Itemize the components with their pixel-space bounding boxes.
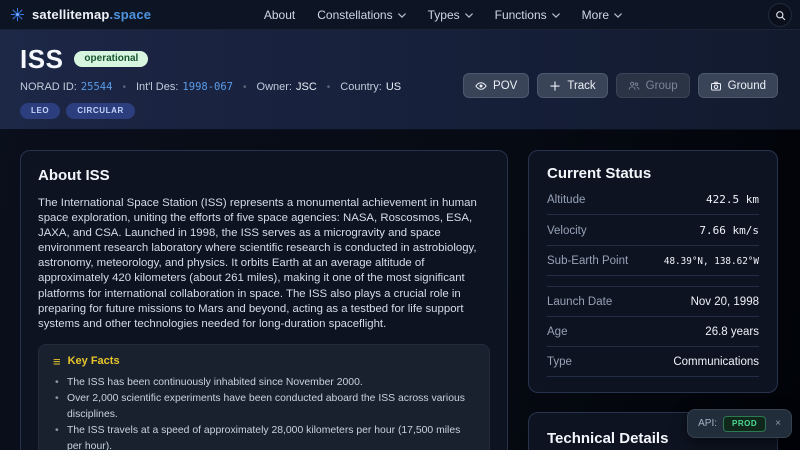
meta-label: Country:	[340, 81, 382, 93]
meta-value[interactable]: 25544	[81, 81, 113, 93]
meta-owner-: Owner: JSC •	[257, 81, 341, 93]
nav-item-about[interactable]: About	[264, 8, 295, 22]
about-card-title: About ISS	[38, 167, 490, 184]
api-label: API:	[698, 418, 717, 429]
status-row-value: 422.5 km	[706, 193, 759, 206]
about-paragraph: The International Space Station (ISS) re…	[38, 196, 490, 332]
nav-item-label: Constellations	[317, 8, 392, 22]
nav-item-more[interactable]: More	[582, 8, 622, 22]
action-buttons: POV Track Group Ground	[463, 73, 778, 98]
chevron-down-icon	[614, 13, 622, 18]
nav-item-label: About	[264, 8, 295, 22]
current-status-card: Current Status Altitude 422.5 km Velocit…	[528, 150, 778, 393]
status-row-launch-date: Launch Date Nov 20, 1998	[547, 286, 759, 317]
action-button-label: Track	[567, 80, 595, 92]
key-fact-item: Over 2,000 scientific experiments have b…	[53, 391, 475, 423]
search-icon	[775, 10, 786, 21]
key-facts-box: ≡ Key Facts The ISS has been continuousl…	[38, 344, 490, 450]
nav-item-functions[interactable]: Functions	[495, 8, 560, 22]
status-row-label: Sub-Earth Point	[547, 255, 628, 267]
crosshair-icon	[549, 80, 561, 92]
nav-menu: About Constellations Types Functions	[264, 8, 622, 22]
status-row-label: Type	[547, 356, 572, 368]
meta-separator: •	[327, 82, 331, 93]
meta-country-: Country: US	[340, 81, 421, 93]
meta-label: NORAD ID:	[20, 81, 77, 93]
meta-value[interactable]: 1998-067	[182, 81, 233, 93]
meta-label: Owner:	[257, 81, 292, 93]
ground-button[interactable]: Ground	[698, 73, 778, 98]
meta-separator: •	[243, 82, 247, 93]
meta-separator: •	[122, 82, 126, 93]
chevron-down-icon	[465, 13, 473, 18]
meta-value: JSC	[296, 81, 317, 93]
status-row-velocity: Velocity 7.66 km/s	[547, 215, 759, 246]
status-row-label: Velocity	[547, 225, 587, 237]
status-row-label: Age	[547, 326, 567, 338]
api-status-toast: API: PROD ×	[687, 409, 792, 438]
meta-label: Int'l Des:	[136, 81, 178, 93]
status-row-value: Nov 20, 1998	[691, 296, 759, 308]
status-card-title: Current Status	[547, 165, 759, 182]
pov-button[interactable]: POV	[463, 73, 529, 98]
eye-icon	[475, 80, 487, 92]
status-row-value: 26.8 years	[705, 326, 759, 338]
search-button[interactable]	[768, 3, 792, 27]
orbit-tags: LEO CIRCULAR	[20, 103, 778, 119]
status-row-label: Launch Date	[547, 296, 612, 308]
action-button-label: Ground	[728, 80, 766, 92]
navbar: satellitemap.space About Constellations …	[0, 0, 800, 30]
group-button[interactable]: Group	[616, 73, 690, 98]
status-row-age: Age 26.8 years	[547, 317, 759, 347]
status-row-value: 7.66 km/s	[699, 224, 759, 237]
brand-tld: .space	[110, 7, 152, 22]
brand-logo[interactable]: satellitemap.space	[10, 7, 151, 22]
track-button[interactable]: Track	[537, 73, 607, 98]
about-card: About ISS The International Space Statio…	[20, 150, 508, 450]
key-facts-title: Key Facts	[68, 355, 120, 367]
group-icon	[628, 80, 640, 92]
satellite-burst-icon	[10, 7, 25, 22]
meta-int-l-des-: Int'l Des: 1998-067 •	[136, 81, 257, 93]
hero-header: ISS operational NORAD ID: 25544 • Int'l …	[0, 30, 800, 130]
chevron-down-icon	[552, 13, 560, 18]
status-row-sub-earth-point: Sub-Earth Point 48.39°N, 138.62°W	[547, 246, 759, 276]
nav-item-label: Types	[428, 8, 460, 22]
brand-name: satellitemap.space	[32, 7, 151, 22]
page-title: ISS	[20, 46, 63, 72]
nav-item-types[interactable]: Types	[428, 8, 473, 22]
camera-icon	[710, 80, 722, 92]
nav-item-label: Functions	[495, 8, 547, 22]
key-facts-list: The ISS has been continuously inhabited …	[53, 375, 475, 450]
chevron-down-icon	[398, 13, 406, 18]
meta-norad-id-: NORAD ID: 25544 •	[20, 81, 136, 93]
key-fact-item: The ISS travels at a speed of approximat…	[53, 423, 475, 450]
action-button-label: POV	[493, 80, 517, 92]
status-rows: Altitude 422.5 km Velocity 7.66 km/s Sub…	[547, 184, 759, 377]
meta-value: US	[386, 81, 401, 93]
api-prod-badge: PROD	[723, 416, 766, 432]
list-icon: ≡	[53, 355, 61, 368]
status-row-value: Communications	[673, 356, 759, 368]
key-fact-item: The ISS has been continuously inhabited …	[53, 375, 475, 391]
tag-circular: CIRCULAR	[66, 103, 135, 119]
status-row-value: 48.39°N, 138.62°W	[664, 256, 759, 267]
status-badge: operational	[74, 51, 148, 67]
status-row-type: Type Communications	[547, 347, 759, 377]
nav-item-constellations[interactable]: Constellations	[317, 8, 405, 22]
tag-leo: LEO	[20, 103, 60, 119]
status-row-altitude: Altitude 422.5 km	[547, 184, 759, 215]
status-row-label: Altitude	[547, 194, 585, 206]
nav-item-label: More	[582, 8, 609, 22]
action-button-label: Group	[646, 80, 678, 92]
close-icon[interactable]: ×	[775, 418, 781, 429]
